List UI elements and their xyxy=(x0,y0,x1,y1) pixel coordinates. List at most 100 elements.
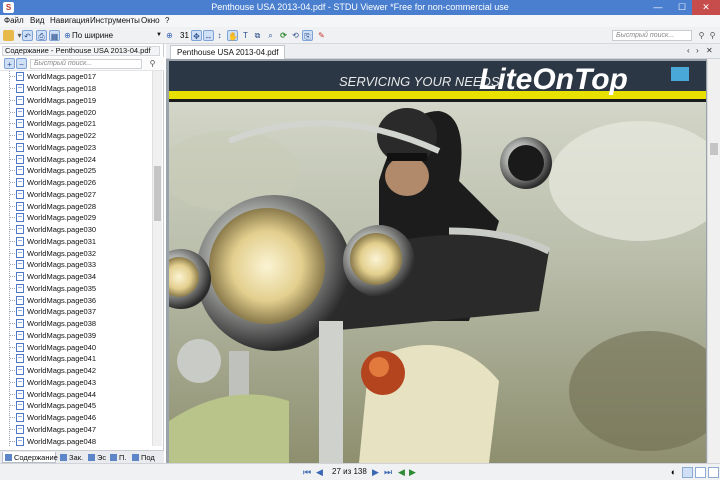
open-folder-icon[interactable] xyxy=(3,30,14,41)
tab-next-icon[interactable]: › xyxy=(696,46,699,55)
refresh-icon[interactable]: ⟳ xyxy=(278,30,289,41)
contrast-icon[interactable]: ◐ xyxy=(668,467,679,478)
tab-thumbnails[interactable]: Эс xyxy=(86,452,106,463)
tree-item[interactable]: WorldMags.page019 xyxy=(10,95,96,107)
tree-item[interactable]: WorldMags.page021 xyxy=(10,118,96,130)
panel-search-input[interactable]: Быстрый поиск... xyxy=(30,59,142,69)
menu-help[interactable]: ? xyxy=(165,16,169,25)
tree-connector xyxy=(10,393,15,395)
page-icon xyxy=(16,413,24,423)
scrollbar-thumb[interactable] xyxy=(154,166,161,221)
fit-height-icon[interactable]: ↕ xyxy=(214,30,225,41)
single-page-view-icon[interactable] xyxy=(682,467,693,478)
page-indicator[interactable]: 27 из 138 xyxy=(332,467,367,476)
tree-item[interactable]: WorldMags.page022 xyxy=(10,130,96,142)
tree-item[interactable]: WorldMags.page030 xyxy=(10,224,96,236)
contents-scrollbar[interactable] xyxy=(152,71,162,446)
tree-item[interactable]: WorldMags.page023 xyxy=(10,142,96,154)
tab-document[interactable]: Penthouse USA 2013-04.pdf xyxy=(170,45,286,59)
close-button[interactable]: ✕ xyxy=(692,0,720,15)
tree-item[interactable]: WorldMags.page029 xyxy=(10,212,96,224)
first-page-icon[interactable]: ⏮ xyxy=(303,467,311,478)
collapse-icon[interactable]: − xyxy=(16,58,27,69)
tree-item[interactable]: WorldMags.page037 xyxy=(10,306,96,318)
tree-item-label: WorldMags.page023 xyxy=(27,142,97,152)
tree-item[interactable]: WorldMags.page041 xyxy=(10,353,96,365)
rotate-icon[interactable]: ⟲ xyxy=(290,30,301,41)
history-forward-icon[interactable]: ▶ xyxy=(409,467,416,478)
tree-item[interactable]: WorldMags.page027 xyxy=(10,189,96,201)
tree-item[interactable]: WorldMags.page017 xyxy=(10,71,96,83)
two-page-view-icon[interactable] xyxy=(708,467,719,478)
menu-window[interactable]: Окно xyxy=(141,16,160,25)
bookmark-icon[interactable]: ✎ xyxy=(316,30,327,41)
tree-item[interactable]: WorldMags.page028 xyxy=(10,200,96,212)
tree-connector xyxy=(10,440,15,442)
scrollbar-thumb[interactable] xyxy=(710,143,718,155)
menu-tools[interactable]: Инструменты xyxy=(90,16,140,25)
tree-item[interactable]: WorldMags.page048 xyxy=(10,435,96,446)
tree-item[interactable]: WorldMags.page040 xyxy=(10,341,96,353)
find-icon[interactable]: ⌕ xyxy=(265,30,276,41)
document-viewer[interactable]: SERVICING YOUR NEEDS LiteOnTop xyxy=(166,59,707,463)
menu-file[interactable]: Файл xyxy=(4,16,24,25)
fit-page-icon[interactable]: ✥ xyxy=(191,30,202,41)
tree-item[interactable]: WorldMags.page044 xyxy=(10,388,96,400)
snapshot-icon[interactable]: ⧉ xyxy=(252,30,263,41)
tab-bookmarks[interactable]: Зак. xyxy=(58,452,84,463)
back-icon[interactable]: ↶ xyxy=(22,30,33,41)
prev-page-icon[interactable]: ◀ xyxy=(316,467,323,478)
tab-close-icon[interactable]: ✕ xyxy=(706,46,713,55)
zoom-mode-select[interactable]: По ширине ▼ xyxy=(72,30,162,41)
page-photo: SERVICING YOUR NEEDS LiteOnTop xyxy=(169,61,706,463)
tab-contents[interactable]: Содержание xyxy=(2,452,58,463)
document-tabs: Penthouse USA 2013-04.pdf ‹ › ✕ xyxy=(166,44,720,59)
viewer-scrollbar[interactable] xyxy=(707,59,720,463)
last-page-icon[interactable]: ⏭ xyxy=(384,467,392,478)
select-text-icon[interactable]: T xyxy=(240,30,251,41)
binoculars-icon[interactable]: ⚲ xyxy=(696,30,707,41)
print-icon[interactable]: ⎙ xyxy=(36,30,47,41)
thumbnails-icon xyxy=(88,454,95,461)
tree-item[interactable]: WorldMags.page045 xyxy=(10,400,96,412)
tree-item[interactable]: WorldMags.page026 xyxy=(10,177,96,189)
tree-item[interactable]: WorldMags.page039 xyxy=(10,330,96,342)
tree-item[interactable]: WorldMags.page046 xyxy=(10,412,96,424)
tree-item[interactable]: WorldMags.page020 xyxy=(10,106,96,118)
continuous-view-icon[interactable] xyxy=(695,467,706,478)
fit-width-icon[interactable]: ↔ xyxy=(203,30,214,41)
history-back-icon[interactable]: ◀ xyxy=(398,467,405,478)
tree-item[interactable]: WorldMags.page047 xyxy=(10,424,96,436)
tree-item[interactable]: WorldMags.page031 xyxy=(10,236,96,248)
tree-item[interactable]: WorldMags.page034 xyxy=(10,271,96,283)
tree-item[interactable]: WorldMags.page024 xyxy=(10,153,96,165)
tree-item-label: WorldMags.page039 xyxy=(27,330,97,340)
search-options-icon[interactable]: ⚲ xyxy=(707,30,718,41)
tree-item[interactable]: WorldMags.page032 xyxy=(10,247,96,259)
tree-item[interactable]: WorldMags.page043 xyxy=(10,377,96,389)
tree-item[interactable]: WorldMags.page035 xyxy=(10,283,96,295)
expand-icon[interactable]: + xyxy=(4,58,15,69)
tree-item[interactable]: WorldMags.page025 xyxy=(10,165,96,177)
minimize-button[interactable]: — xyxy=(646,0,670,15)
tree-item[interactable]: WorldMags.page033 xyxy=(10,259,96,271)
hand-tool-icon[interactable]: ✋ xyxy=(227,30,238,41)
tree-item[interactable]: WorldMags.page038 xyxy=(10,318,96,330)
tree-item[interactable]: WorldMags.page036 xyxy=(10,294,96,306)
quick-search-input[interactable]: Быстрый поиск... xyxy=(612,30,692,41)
tab-annotations[interactable]: Под xyxy=(130,452,160,463)
next-page-icon[interactable]: ▶ xyxy=(372,467,379,478)
menu-view[interactable]: Вид xyxy=(30,16,44,25)
save-icon[interactable]: ▦ xyxy=(49,30,60,41)
copy-icon[interactable]: ⎘ xyxy=(302,30,313,41)
tree-item[interactable]: WorldMags.page042 xyxy=(10,365,96,377)
tree-item[interactable]: WorldMags.page018 xyxy=(10,83,96,95)
menu-navigation[interactable]: Навигация xyxy=(50,16,90,25)
tab-search[interactable]: П. xyxy=(108,452,128,463)
zoom-in-icon[interactable]: ⊕ xyxy=(164,30,175,41)
tree-connector xyxy=(10,135,15,137)
tab-prev-icon[interactable]: ‹ xyxy=(687,46,690,55)
binoculars-icon[interactable]: ⚲ xyxy=(147,58,158,69)
maximize-button[interactable]: ☐ xyxy=(670,0,694,15)
tree-connector xyxy=(10,276,15,278)
